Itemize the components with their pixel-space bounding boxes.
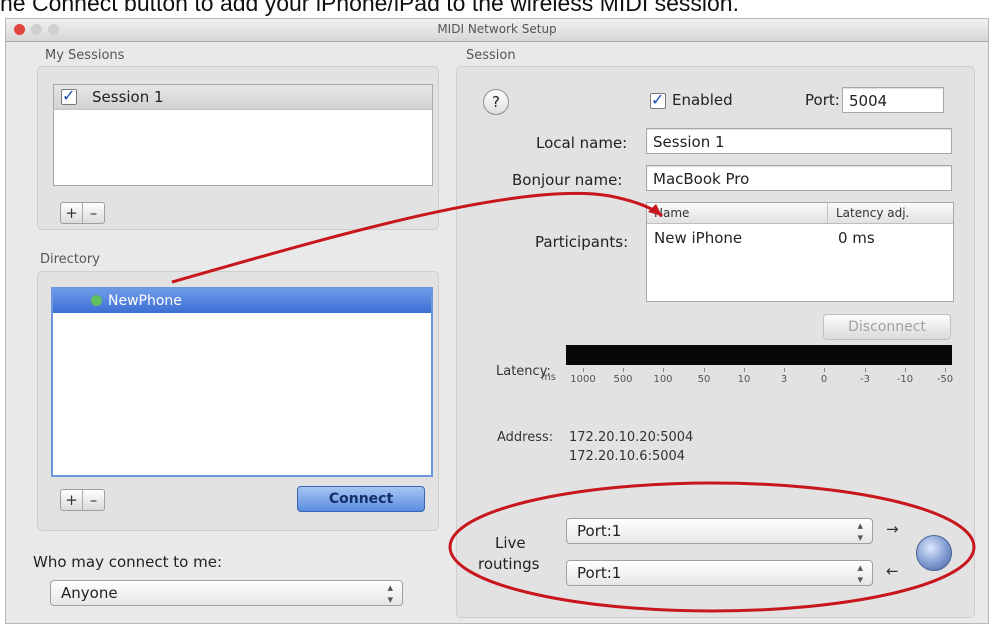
popup-arrows-icon: ▴ ▾ bbox=[387, 581, 393, 606]
sessions-add-remove: + – bbox=[60, 202, 105, 224]
remove-session-button[interactable]: – bbox=[82, 203, 104, 223]
address-label: Address: bbox=[497, 430, 554, 445]
latency-scale-tick bbox=[824, 368, 825, 372]
bonjour-name-field[interactable]: MacBook Pro bbox=[646, 165, 952, 191]
latency-scale-tick bbox=[784, 368, 785, 372]
latency-scale-tick bbox=[583, 368, 584, 372]
participants-label: Participants: bbox=[535, 233, 629, 251]
midi-network-globe-icon bbox=[916, 535, 952, 571]
latency-scale-label: 100 bbox=[653, 374, 673, 385]
window-title: MIDI Network Setup bbox=[437, 22, 557, 36]
port-label: Port: bbox=[805, 91, 840, 109]
latency-scale-tick bbox=[623, 368, 624, 372]
latency-scale-label: 0 bbox=[820, 374, 828, 385]
local-name-label: Local name: bbox=[536, 134, 628, 152]
column-name-header[interactable]: Name bbox=[654, 206, 689, 220]
bonjour-name-label: Bonjour name: bbox=[512, 171, 623, 189]
live-routings-label-line1: Live bbox=[495, 534, 526, 552]
my-sessions-label: My Sessions bbox=[45, 48, 125, 63]
routing-out-popup[interactable]: Port:1 ▴ ▾ bbox=[566, 560, 873, 586]
add-directory-button[interactable]: + bbox=[61, 490, 82, 510]
session-row-label: Session 1 bbox=[92, 88, 164, 106]
routing-out-value: Port:1 bbox=[577, 564, 622, 582]
routing-in-value: Port:1 bbox=[577, 522, 622, 540]
latency-scale-label: 10 bbox=[737, 374, 751, 385]
directory-row[interactable]: NewPhone bbox=[53, 289, 431, 313]
routing-in-popup[interactable]: Port:1 ▴ ▾ bbox=[566, 518, 873, 544]
session-enabled-checkbox[interactable] bbox=[61, 86, 77, 105]
participant-row[interactable]: New iPhone 0 ms bbox=[647, 229, 953, 251]
latency-scale-tick bbox=[945, 368, 946, 372]
latency-scale-tick bbox=[865, 368, 866, 372]
directory-row-label: NewPhone bbox=[108, 293, 182, 309]
instruction-caption: he Connect button to add your iPhone/iPa… bbox=[0, 0, 739, 16]
participants-header: Name Latency adj. bbox=[647, 203, 953, 224]
port-field[interactable]: 5004 bbox=[842, 87, 944, 113]
latency-scale-label: 3 bbox=[780, 374, 788, 385]
directory-list[interactable]: NewPhone bbox=[51, 287, 433, 477]
session-label: Session bbox=[466, 48, 516, 63]
latency-meter bbox=[566, 345, 952, 365]
directory-label: Directory bbox=[40, 252, 100, 267]
latency-scale-tick bbox=[704, 368, 705, 372]
add-session-button[interactable]: + bbox=[61, 203, 82, 223]
popup-arrows-icon: ▴ ▾ bbox=[857, 519, 863, 544]
route-in-arrow-icon: → bbox=[886, 520, 899, 538]
latency-scale-tick bbox=[663, 368, 664, 372]
who-may-connect-value: Anyone bbox=[61, 584, 118, 602]
latency-scale-tick bbox=[905, 368, 906, 372]
column-latency-header[interactable]: Latency adj. bbox=[827, 203, 909, 223]
live-routings-label-line2: routings bbox=[478, 555, 540, 573]
latency-scale-label: 1000 bbox=[570, 374, 596, 385]
popup-arrows-icon: ▴ ▾ bbox=[857, 561, 863, 586]
latency-scale-label: 500 bbox=[613, 374, 633, 385]
help-button[interactable]: ? bbox=[483, 89, 509, 115]
enabled-checkbox[interactable] bbox=[650, 90, 666, 109]
latency-scale-label: -3 bbox=[860, 374, 870, 385]
address-line-2: 172.20.10.6:5004 bbox=[569, 449, 686, 464]
who-may-connect-label: Who may connect to me: bbox=[33, 553, 223, 571]
disconnect-button[interactable]: Disconnect bbox=[823, 314, 951, 340]
bonjour-device-icon bbox=[91, 295, 102, 306]
local-name-field[interactable]: Session 1 bbox=[646, 128, 952, 154]
sessions-list[interactable]: Session 1 bbox=[53, 84, 433, 186]
latency-unit-label: ms bbox=[541, 372, 556, 383]
participant-latency: 0 ms bbox=[838, 229, 875, 247]
participant-name: New iPhone bbox=[654, 229, 743, 247]
directory-add-remove: + – bbox=[60, 489, 105, 511]
who-may-connect-popup[interactable]: Anyone ▴ ▾ bbox=[50, 580, 403, 606]
route-out-arrow-icon: ← bbox=[886, 562, 899, 580]
participants-table[interactable]: Name Latency adj. New iPhone 0 ms bbox=[646, 202, 954, 302]
latency-scale-label: -50 bbox=[936, 374, 954, 385]
remove-directory-button[interactable]: – bbox=[82, 490, 104, 510]
address-line-1: 172.20.10.20:5004 bbox=[569, 430, 694, 445]
connect-button[interactable]: Connect bbox=[297, 486, 425, 512]
latency-scale-label: -10 bbox=[896, 374, 914, 385]
enabled-label: Enabled bbox=[672, 91, 733, 109]
session-row[interactable]: Session 1 bbox=[54, 85, 432, 110]
latency-scale-tick bbox=[744, 368, 745, 372]
title-bar: MIDI Network Setup bbox=[6, 19, 988, 42]
latency-scale-label: 50 bbox=[697, 374, 711, 385]
